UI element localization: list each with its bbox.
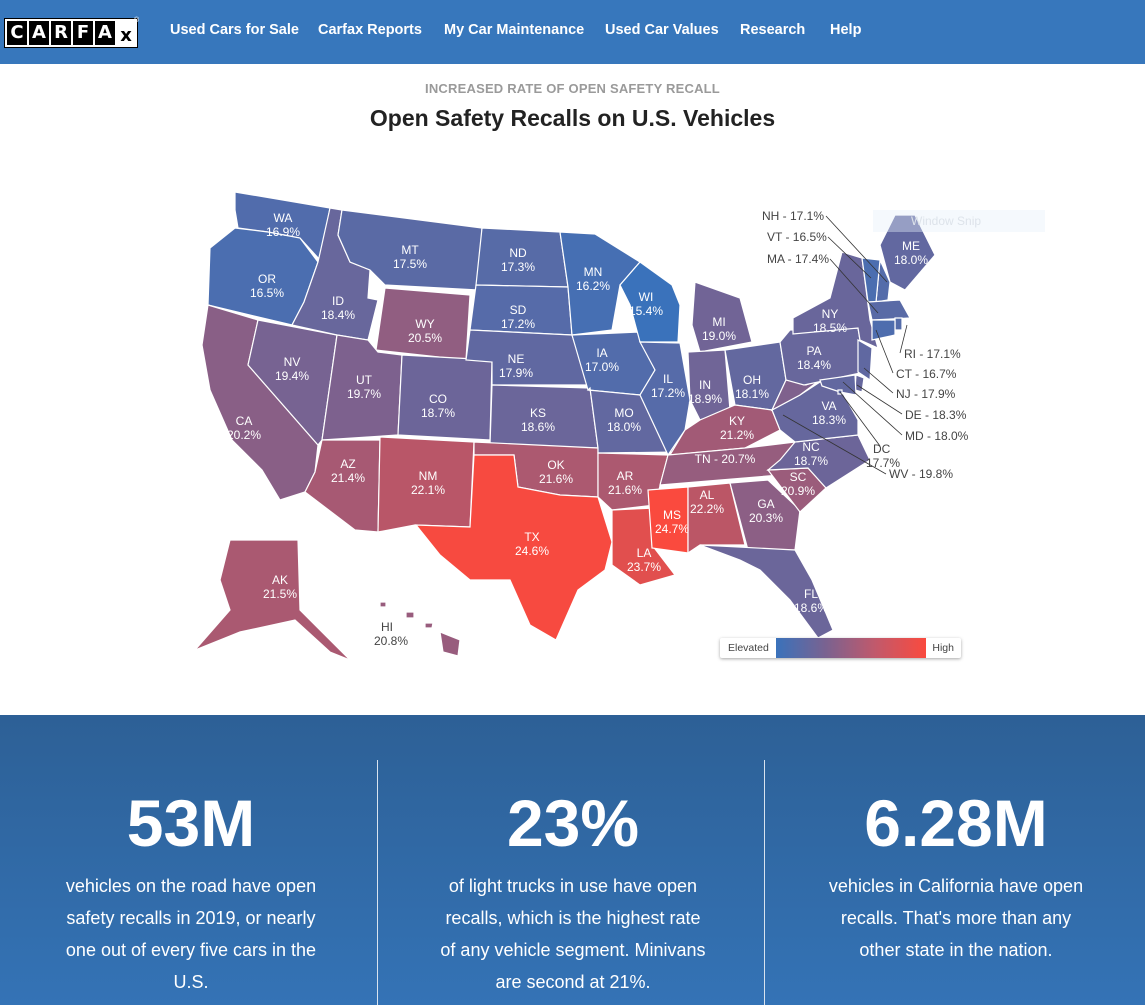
state-label-nj: NJ - 17.9% (896, 387, 956, 401)
nav-help[interactable]: Help (830, 22, 861, 38)
state-de[interactable] (854, 374, 865, 393)
carfax-logo[interactable]: C A R F A x (4, 18, 138, 48)
state-shape[interactable] (405, 611, 415, 619)
logo-letter: C (7, 21, 29, 45)
state-shape[interactable] (867, 299, 911, 321)
state-shape[interactable] (379, 601, 387, 608)
legend-low-label: Elevated (728, 642, 769, 654)
state-ri[interactable] (894, 317, 903, 331)
logo-letter: A (95, 21, 117, 45)
state-label-de: DE - 18.3% (905, 408, 967, 422)
state-label-ct: CT - 16.7% (896, 367, 957, 381)
state-nj[interactable] (857, 338, 873, 382)
stat-description: vehicles in California have open recalls… (828, 876, 1084, 960)
nav-carfax-reports[interactable]: Carfax Reports (318, 22, 422, 38)
state-label-md: MD - 18.0% (905, 429, 969, 443)
stat-california: 6.28M vehicles in California have open r… (765, 715, 1145, 1005)
state-label-vt: VT - 16.5% (767, 230, 827, 244)
stat-value: 6.28M (864, 786, 1048, 860)
stat-value: 53M (126, 786, 256, 860)
state-shape[interactable] (894, 317, 903, 331)
stats-band: 53M vehicles on the road have open safet… (0, 715, 1145, 1005)
state-label-nh: NH - 17.1% (762, 209, 824, 223)
logo-letter: A (29, 21, 51, 45)
state-shape[interactable] (439, 631, 461, 657)
logo-letter: x (117, 21, 135, 46)
page-title: Open Safety Recalls on U.S. Vehicles (369, 105, 776, 131)
stat-description: of light trucks in use have open recalls… (440, 876, 706, 992)
top-nav: C A R F A x ® Used Cars for Sale Carfax … (0, 0, 1145, 64)
section-kicker: INCREASED RATE OF OPEN SAFETY RECALL (425, 81, 720, 96)
state-ma[interactable] (867, 299, 911, 321)
state-ct[interactable] (871, 319, 896, 341)
stat-description: vehicles on the road have open safety re… (65, 876, 317, 992)
legend-high-label: High (932, 642, 954, 654)
window-snip-overlay: Window Snip (873, 210, 1045, 232)
state-shape[interactable] (854, 374, 865, 393)
logo-letter: R (51, 21, 73, 45)
stat-value: 23% (506, 786, 640, 860)
state-shape[interactable] (424, 622, 434, 629)
logo-letter: F (73, 21, 95, 45)
nav-my-car-maintenance[interactable]: My Car Maintenance (444, 22, 584, 38)
state-shape[interactable] (857, 338, 873, 382)
nav-used-car-values[interactable]: Used Car Values (605, 22, 719, 38)
leader-line-nj (863, 367, 894, 394)
state-label-hi: HI 20.8% (374, 620, 408, 648)
state-label-tn: TN - 20.7% (695, 452, 756, 466)
nav-research[interactable]: Research (740, 22, 805, 38)
registered-mark-icon: ® (134, 17, 140, 24)
stat-vehicles-open-recalls: 53M vehicles on the road have open safet… (0, 715, 382, 1005)
color-legend: Elevated High (720, 638, 961, 658)
state-shape[interactable] (871, 319, 896, 341)
state-label-dc: DC 17.7% (866, 442, 900, 470)
stat-light-trucks: 23% of light trucks in use have open rec… (382, 715, 764, 1005)
state-label-ma: MA - 17.4% (767, 252, 829, 266)
state-label-ri: RI - 17.1% (904, 347, 961, 361)
legend-gradient-bar (776, 638, 926, 658)
nav-used-cars-for-sale[interactable]: Used Cars for Sale (170, 22, 299, 38)
stat-divider (377, 760, 378, 1005)
